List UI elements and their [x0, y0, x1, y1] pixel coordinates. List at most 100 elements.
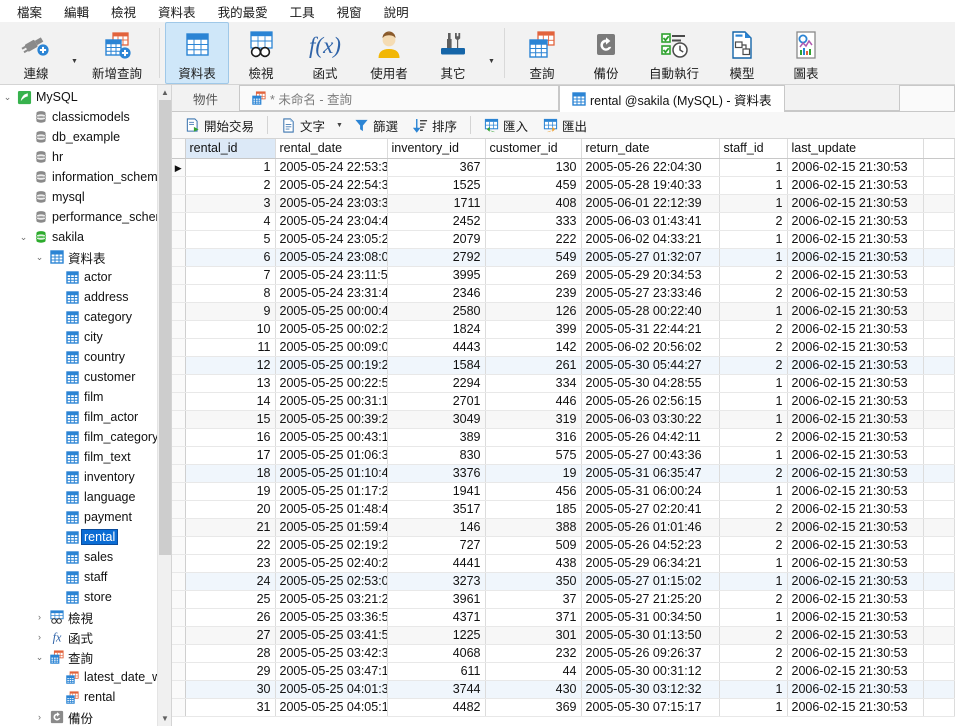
- cell-return_date[interactable]: 2005-05-26 02:56:15: [581, 392, 719, 410]
- cell-staff_id[interactable]: 1: [719, 248, 787, 266]
- cell-rental_date[interactable]: 2005-05-25 03:21:20: [275, 590, 387, 608]
- cell-customer_id[interactable]: 19: [485, 464, 581, 482]
- cell-inventory_id[interactable]: 2294: [387, 374, 485, 392]
- cell-return_date[interactable]: 2005-05-30 00:31:12: [581, 662, 719, 680]
- cell-last_update[interactable]: 2006-02-15 21:30:53: [787, 392, 923, 410]
- ribbon-button-table[interactable]: 資料表: [165, 22, 229, 84]
- cell-inventory_id[interactable]: 3961: [387, 590, 485, 608]
- cell-customer_id[interactable]: 388: [485, 518, 581, 536]
- cell-return_date[interactable]: 2005-05-26 01:01:46: [581, 518, 719, 536]
- cell-inventory_id[interactable]: 1941: [387, 482, 485, 500]
- row-marker-cell[interactable]: [172, 500, 185, 518]
- cell-inventory_id[interactable]: 4482: [387, 698, 485, 716]
- cell-return_date[interactable]: 2005-05-31 22:44:21: [581, 320, 719, 338]
- cell-staff_id[interactable]: 1: [719, 194, 787, 212]
- cell-staff_id[interactable]: 1: [719, 572, 787, 590]
- cell-return_date[interactable]: 2005-05-27 01:32:07: [581, 248, 719, 266]
- tree-item-film_actor[interactable]: film_actor: [0, 407, 171, 427]
- ribbon-button-automation[interactable]: 自動執行: [638, 22, 710, 84]
- cell-rental_id[interactable]: 29: [185, 662, 275, 680]
- cell-rental_date[interactable]: 2005-05-25 04:01:32: [275, 680, 387, 698]
- toolbar-button-text[interactable]: 文字: [274, 114, 332, 136]
- cell-rental_date[interactable]: 2005-05-25 01:06:36: [275, 446, 387, 464]
- cell-last_update[interactable]: 2006-02-15 21:30:53: [787, 410, 923, 428]
- cell-rental_date[interactable]: 2005-05-25 00:19:27: [275, 356, 387, 374]
- row-marker-cell[interactable]: [172, 644, 185, 662]
- tree-item-address[interactable]: address: [0, 287, 171, 307]
- cell-rental_date[interactable]: 2005-05-25 02:19:23: [275, 536, 387, 554]
- cell-customer_id[interactable]: 142: [485, 338, 581, 356]
- chevron-down-icon[interactable]: ⌄: [32, 253, 47, 262]
- cell-inventory_id[interactable]: 146: [387, 518, 485, 536]
- tree-item-latest_date_with_[interactable]: latest_date_with_: [0, 667, 171, 687]
- cell-customer_id[interactable]: 575: [485, 446, 581, 464]
- cell-customer_id[interactable]: 333: [485, 212, 581, 230]
- cell-staff_id[interactable]: 2: [719, 464, 787, 482]
- table-row[interactable]: 312005-05-25 04:05:1744823692005-05-30 0…: [172, 698, 955, 716]
- cell-customer_id[interactable]: 301: [485, 626, 581, 644]
- chevron-down-icon[interactable]: ⌄: [16, 233, 31, 242]
- cell-staff_id[interactable]: 2: [719, 536, 787, 554]
- cell-inventory_id[interactable]: 2580: [387, 302, 485, 320]
- row-marker-cell[interactable]: [172, 230, 185, 248]
- table-row[interactable]: 172005-05-25 01:06:368305752005-05-27 00…: [172, 446, 955, 464]
- table-row[interactable]: 302005-05-25 04:01:3237444302005-05-30 0…: [172, 680, 955, 698]
- cell-staff_id[interactable]: 2: [719, 212, 787, 230]
- cell-rental_id[interactable]: 2: [185, 176, 275, 194]
- cell-return_date[interactable]: 2005-05-31 00:34:50: [581, 608, 719, 626]
- tree-item-country[interactable]: country: [0, 347, 171, 367]
- cell-customer_id[interactable]: 334: [485, 374, 581, 392]
- table-row[interactable]: 22005-05-24 22:54:3315254592005-05-28 19…: [172, 176, 955, 194]
- cell-customer_id[interactable]: 446: [485, 392, 581, 410]
- cell-staff_id[interactable]: 2: [719, 644, 787, 662]
- cell-return_date[interactable]: 2005-05-30 01:13:50: [581, 626, 719, 644]
- table-row[interactable]: 42005-05-24 23:04:4124523332005-06-03 01…: [172, 212, 955, 230]
- cell-return_date[interactable]: 2005-05-26 04:52:23: [581, 536, 719, 554]
- row-marker-cell[interactable]: [172, 518, 185, 536]
- cell-staff_id[interactable]: 2: [719, 284, 787, 302]
- menu-edit[interactable]: 編輯: [53, 0, 100, 23]
- cell-rental_id[interactable]: 27: [185, 626, 275, 644]
- tree-item-rental[interactable]: rental: [0, 687, 171, 707]
- cell-staff_id[interactable]: 1: [719, 680, 787, 698]
- menu-view[interactable]: 檢視: [100, 0, 147, 23]
- cell-inventory_id[interactable]: 727: [387, 536, 485, 554]
- table-row[interactable]: 232005-05-25 02:40:2144414382005-05-29 0…: [172, 554, 955, 572]
- tree-item-node8[interactable]: ⌄ 資料表: [0, 247, 171, 267]
- tree-item-customer[interactable]: customer: [0, 367, 171, 387]
- cell-inventory_id[interactable]: 2079: [387, 230, 485, 248]
- cell-rental_id[interactable]: 4: [185, 212, 275, 230]
- row-marker-cell[interactable]: [172, 176, 185, 194]
- cell-last_update[interactable]: 2006-02-15 21:30:53: [787, 338, 923, 356]
- cell-last_update[interactable]: 2006-02-15 21:30:53: [787, 518, 923, 536]
- cell-staff_id[interactable]: 1: [719, 698, 787, 716]
- table-row[interactable]: 212005-05-25 01:59:461463882005-05-26 01…: [172, 518, 955, 536]
- cell-last_update[interactable]: 2006-02-15 21:30:53: [787, 644, 923, 662]
- ribbon-button-user[interactable]: 使用者: [357, 22, 421, 84]
- cell-return_date[interactable]: 2005-05-31 06:00:24: [581, 482, 719, 500]
- cell-rental_date[interactable]: 2005-05-25 03:41:50: [275, 626, 387, 644]
- cell-last_update[interactable]: 2006-02-15 21:30:53: [787, 500, 923, 518]
- cell-rental_id[interactable]: 21: [185, 518, 275, 536]
- column-header-return_date[interactable]: return_date: [581, 139, 719, 158]
- cell-rental_date[interactable]: 2005-05-25 04:05:17: [275, 698, 387, 716]
- cell-inventory_id[interactable]: 2346: [387, 284, 485, 302]
- column-header-rental_date[interactable]: rental_date: [275, 139, 387, 158]
- table-row[interactable]: 102005-05-25 00:02:2118243992005-05-31 2…: [172, 320, 955, 338]
- row-marker-cell[interactable]: [172, 446, 185, 464]
- editor-tab-1[interactable]: rental @sakila (MySQL) - 資料表: [559, 85, 784, 112]
- cell-return_date[interactable]: 2005-05-30 04:28:55: [581, 374, 719, 392]
- tree-item-inventory[interactable]: inventory: [0, 467, 171, 487]
- cell-rental_id[interactable]: 17: [185, 446, 275, 464]
- cell-staff_id[interactable]: 1: [719, 608, 787, 626]
- cell-inventory_id[interactable]: 1711: [387, 194, 485, 212]
- tree-item-node26[interactable]: › 檢視: [0, 607, 171, 627]
- cell-rental_date[interactable]: 2005-05-25 03:47:12: [275, 662, 387, 680]
- sidebar-scrollbar-thumb[interactable]: [159, 100, 171, 555]
- cell-last_update[interactable]: 2006-02-15 21:30:53: [787, 266, 923, 284]
- cell-customer_id[interactable]: 222: [485, 230, 581, 248]
- cell-return_date[interactable]: 2005-06-03 01:43:41: [581, 212, 719, 230]
- toolbar-button-begin-transaction[interactable]: 開始交易: [178, 114, 261, 136]
- cell-staff_id[interactable]: 2: [719, 662, 787, 680]
- cell-customer_id[interactable]: 130: [485, 158, 581, 176]
